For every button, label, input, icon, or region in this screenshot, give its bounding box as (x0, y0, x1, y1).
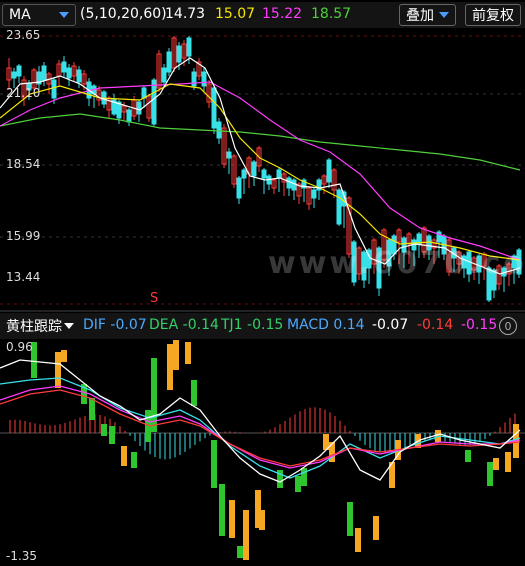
watermark: www.6070.com (268, 246, 525, 281)
magenta-value: -0.15 (461, 317, 498, 333)
candle-body (61, 61, 67, 73)
macd-line (0, 359, 521, 483)
macd-block (185, 342, 191, 364)
ma10-value: 15.07 (215, 6, 256, 22)
macd-block (493, 458, 499, 470)
candle-body (251, 161, 257, 177)
macd-block (55, 352, 61, 388)
macd-block (89, 398, 95, 420)
macd-block (229, 500, 235, 538)
candle-body (336, 189, 342, 225)
price-axis-label: 23.65 (6, 28, 41, 42)
dif-value: DIF -0.07 (83, 317, 147, 333)
macd-block (109, 426, 115, 444)
macd-value: MACD 0.14 (287, 317, 365, 333)
candle-body (191, 71, 197, 87)
candle-body (241, 169, 247, 179)
macd-block (347, 502, 353, 536)
macd-block (487, 462, 493, 486)
macd-block (505, 452, 511, 472)
red-value: -0.14 (417, 317, 454, 333)
macd-block (237, 546, 243, 558)
macd-indicator-bar: 黄柱跟踪 DIF -0.07 DEA -0.14 TJ1 -0.15 MACD … (0, 313, 525, 339)
macd-block (301, 468, 307, 486)
dea-value: DEA -0.14 (149, 317, 219, 333)
adjust-label: 前复权 (472, 8, 514, 24)
candle-body (151, 79, 157, 125)
macd-block (259, 510, 265, 530)
candle-body (76, 69, 82, 83)
ma60-line (0, 113, 521, 171)
candle-body (276, 169, 282, 179)
macd-block (167, 344, 173, 390)
price-axis-label: 13.44 (6, 270, 41, 284)
adjust-button[interactable]: 前复权 (465, 4, 521, 26)
macd-block (121, 446, 127, 466)
candle-body (311, 189, 317, 199)
overlay-button[interactable]: 叠加 (399, 4, 456, 26)
candle-body (326, 159, 332, 183)
macd-block (295, 476, 301, 492)
chevron-down-icon (59, 12, 69, 18)
candle-body (236, 177, 242, 199)
candle-body (186, 37, 192, 57)
overlay-label: 叠加 (406, 8, 434, 24)
macd-block (465, 450, 471, 462)
candle-body (11, 71, 17, 79)
price-axis-label: 18.54 (6, 157, 41, 171)
macd-line (0, 385, 521, 469)
candle-body (201, 71, 207, 87)
macd-block (101, 424, 107, 436)
candle-body (286, 177, 292, 189)
ma-params: (5,10,20,60) (80, 6, 167, 22)
macd-block (243, 510, 249, 560)
macd-indicator-label: 黄柱跟踪 (6, 319, 62, 335)
macd-block (191, 380, 197, 406)
white-value: -0.07 (372, 317, 409, 333)
macd-block (219, 484, 225, 536)
zero-circle-icon[interactable]: 0 (499, 317, 517, 335)
candle-body (51, 79, 57, 99)
macd-block (173, 340, 179, 370)
candle-body (126, 109, 132, 123)
candle-body (211, 87, 217, 129)
macd-chart[interactable] (0, 340, 525, 566)
ma-indicator-select[interactable]: MA (2, 4, 76, 26)
ma20-line (0, 81, 521, 261)
chevron-down-icon (64, 323, 74, 329)
sell-marker: S (150, 291, 159, 306)
macd-line (0, 389, 521, 467)
candle-body (216, 121, 222, 139)
ma-indicator-label: MA (9, 7, 31, 23)
macd-block (211, 440, 217, 488)
candle-body (226, 151, 232, 159)
candle-body (166, 51, 172, 73)
macd-indicator-select[interactable]: 黄柱跟踪 (2, 315, 78, 337)
candle-body (161, 67, 167, 83)
tj1-value: TJ1 -0.15 (221, 317, 284, 333)
ma10-line (0, 83, 521, 261)
macd-axis-top: 0.96 (6, 340, 33, 354)
macd-block (131, 452, 137, 468)
candle-body (176, 45, 182, 63)
candle-body (291, 179, 297, 191)
candle-body (16, 65, 22, 77)
chevron-down-icon (439, 12, 449, 18)
ma5-value: 14.73 (165, 6, 206, 22)
candle-body (136, 101, 142, 115)
macd-line (0, 377, 521, 479)
ma-indicator-bar: MA (5,10,20,60) 14.73 15.07 15.22 18.57 … (0, 2, 525, 28)
macd-block (355, 528, 361, 552)
macd-axis-bottom: -1.35 (6, 549, 38, 563)
ma60-value: 18.57 (311, 6, 352, 22)
macd-block (61, 350, 67, 362)
ma20-value: 15.22 (262, 6, 303, 22)
candle-body (41, 65, 47, 81)
price-axis-label: 15.99 (6, 229, 41, 243)
candle-body (66, 67, 72, 79)
macd-block (373, 516, 379, 540)
candle-body (261, 169, 267, 179)
price-axis-label: 21.10 (6, 86, 41, 100)
